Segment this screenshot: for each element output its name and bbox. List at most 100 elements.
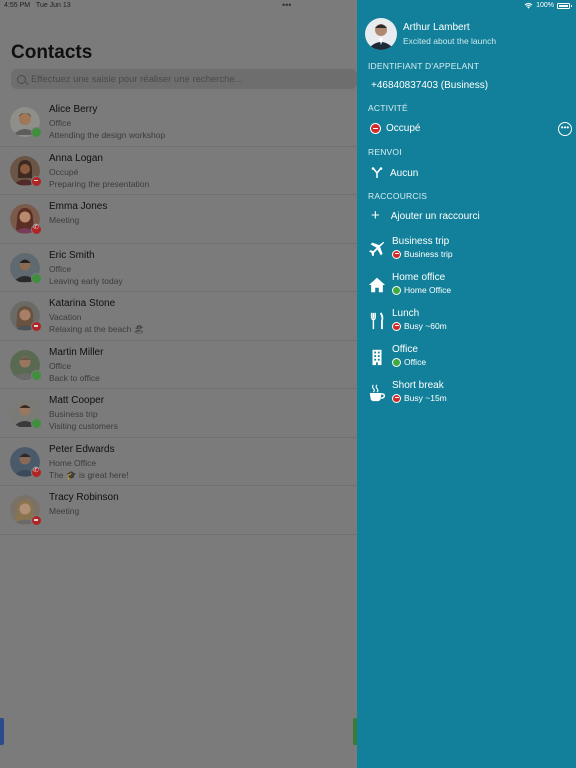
contact-row[interactable]: Eric Smith Office Leaving early today bbox=[0, 244, 357, 292]
shortcut-status: Office bbox=[392, 357, 426, 367]
contact-name: Tracy Robinson bbox=[49, 492, 119, 503]
shortcut-status: Business trip bbox=[392, 249, 453, 259]
search-placeholder: Effectuez une saisie pour réaliser une r… bbox=[31, 73, 243, 85]
forward-header: RENVOI bbox=[368, 147, 402, 157]
multitasking-dots[interactable]: ••• bbox=[282, 0, 291, 10]
contact-row[interactable]: Matt Cooper Business trip Visiting custo… bbox=[0, 389, 357, 438]
airplane-icon bbox=[368, 241, 385, 257]
coffee-cup-icon bbox=[369, 384, 386, 402]
caller-id-header: IDENTIFIANT D'APPELANT bbox=[368, 61, 480, 71]
status-panel: Arthur Lambert Excited about the launch … bbox=[357, 0, 576, 768]
contact-status: Occupé bbox=[49, 166, 79, 177]
available-status-icon bbox=[392, 357, 401, 367]
contact-name: Matt Cooper bbox=[49, 395, 105, 406]
contact-note: Visiting customers bbox=[49, 421, 118, 431]
more-options-icon[interactable]: ••• bbox=[558, 122, 572, 136]
contact-status: Home Office bbox=[49, 457, 97, 468]
shortcut-status: Busy ~60m bbox=[392, 321, 447, 331]
activity-value: Occupé bbox=[386, 123, 421, 134]
profile-status-message[interactable]: Excited about the launch bbox=[403, 36, 496, 46]
shortcut-title: Office bbox=[392, 344, 418, 355]
contact-name: Alice Berry bbox=[49, 104, 98, 115]
contact-note: Leaving early today bbox=[49, 275, 123, 286]
status-bar: 4:55 PM Tue Jun 13 ••• 100% bbox=[0, 0, 576, 12]
battery-icon bbox=[557, 2, 572, 9]
battery-percent: 100% bbox=[536, 2, 554, 9]
contact-status: Meeting bbox=[49, 506, 80, 516]
contact-name: Peter Edwards bbox=[49, 443, 115, 455]
caller-id-value[interactable]: +46840837403 (Business) bbox=[371, 80, 488, 91]
contact-row[interactable]: Anna Logan Occupé Preparing the presenta… bbox=[0, 147, 357, 195]
presence-badge bbox=[31, 369, 42, 381]
search-field[interactable]: Effectuez une saisie pour réaliser une r… bbox=[11, 69, 357, 89]
add-shortcut-label: Ajouter un raccourci bbox=[390, 210, 480, 222]
shortcut-business-trip[interactable]: Business trip Business trip bbox=[357, 234, 576, 268]
presence-badge bbox=[31, 418, 42, 429]
shortcut-title: Business trip bbox=[392, 236, 450, 247]
shortcut-status: Home Office bbox=[392, 285, 451, 295]
add-shortcut-button[interactable]: + Ajouter un raccourci bbox=[371, 207, 480, 224]
presence-badge bbox=[31, 515, 42, 526]
forward-value: Aucun bbox=[390, 167, 419, 179]
shortcuts-header: RACCOURCIS bbox=[368, 191, 428, 201]
shortcut-title: Short break bbox=[392, 380, 444, 391]
page-title: Contacts bbox=[11, 42, 93, 63]
contact-status: Meeting bbox=[49, 215, 80, 225]
status-time: 4:55 PM Tue Jun 13 bbox=[4, 2, 71, 9]
shortcut-status: Busy ~15m bbox=[392, 393, 447, 403]
contact-name: Emma Jones bbox=[49, 201, 108, 212]
contact-note: Preparing the presentation bbox=[49, 178, 150, 189]
shortcut-lunch[interactable]: Lunch Busy ~60m bbox=[357, 306, 576, 340]
shortcut-title: Lunch bbox=[392, 308, 420, 319]
contact-row[interactable]: Tracy Robinson Meeting bbox=[0, 486, 357, 535]
activity-row[interactable]: Occupé bbox=[370, 123, 420, 134]
contact-name: Katarina Stone bbox=[49, 298, 116, 309]
presence-badge bbox=[31, 175, 42, 187]
presence-badge bbox=[31, 127, 42, 138]
search-icon bbox=[17, 74, 26, 84]
busy-status-icon bbox=[370, 123, 381, 134]
available-status-icon bbox=[392, 285, 401, 295]
contact-row[interactable]: Alice Berry Office Attending the design … bbox=[0, 98, 357, 147]
busy-status-icon bbox=[392, 249, 401, 259]
shortcut-office[interactable]: Office Office bbox=[357, 342, 576, 376]
presence-badge bbox=[31, 223, 42, 235]
call-forward-icon bbox=[371, 167, 383, 178]
contact-status: Vacation bbox=[49, 312, 82, 322]
contact-row[interactable]: Peter Edwards Home Office The 🎓 is great… bbox=[0, 438, 357, 486]
contact-note: The 🎓 is great here! bbox=[49, 469, 129, 480]
presence-badge bbox=[31, 272, 42, 284]
house-icon bbox=[368, 277, 386, 293]
status-indicators: 100% bbox=[524, 2, 572, 9]
contact-row[interactable]: Katarina Stone Vacation Relaxing at the … bbox=[0, 292, 357, 341]
contact-status: Office bbox=[49, 360, 72, 371]
presence-badge bbox=[31, 321, 42, 332]
contact-status: Business trip bbox=[49, 409, 98, 419]
contacts-view: Contacts Effectuez une saisie pour réali… bbox=[0, 0, 357, 768]
contact-note: Back to office bbox=[49, 372, 100, 383]
contact-name: Martin Miller bbox=[49, 346, 104, 358]
forward-row[interactable]: Aucun bbox=[371, 167, 418, 179]
contact-name: Eric Smith bbox=[49, 249, 95, 261]
contact-row[interactable]: Emma Jones Meeting bbox=[0, 195, 357, 244]
profile-name: Arthur Lambert bbox=[403, 22, 470, 33]
contact-note: Attending the design workshop bbox=[49, 130, 166, 140]
contact-list: Alice Berry Office Attending the design … bbox=[0, 98, 357, 535]
presence-badge bbox=[31, 466, 42, 478]
busy-status-icon bbox=[392, 321, 401, 331]
contact-status: Office bbox=[49, 118, 72, 128]
busy-status-icon bbox=[392, 393, 401, 403]
building-icon bbox=[372, 349, 382, 366]
profile-avatar[interactable] bbox=[365, 18, 397, 50]
fork-knife-icon bbox=[370, 312, 384, 330]
wifi-icon bbox=[524, 3, 533, 9]
shortcut-home-office[interactable]: Home office Home Office bbox=[357, 270, 576, 304]
shortcut-title: Home office bbox=[392, 272, 446, 283]
left-edge-indicator bbox=[0, 718, 4, 745]
shortcut-short-break[interactable]: Short break Busy ~15m bbox=[357, 378, 576, 412]
contact-note: Relaxing at the beach 🏖 bbox=[49, 324, 145, 334]
profile-photo bbox=[365, 18, 397, 50]
plus-icon: + bbox=[371, 207, 380, 224]
contact-row[interactable]: Martin Miller Office Back to office bbox=[0, 341, 357, 389]
contact-name: Anna Logan bbox=[49, 152, 103, 164]
